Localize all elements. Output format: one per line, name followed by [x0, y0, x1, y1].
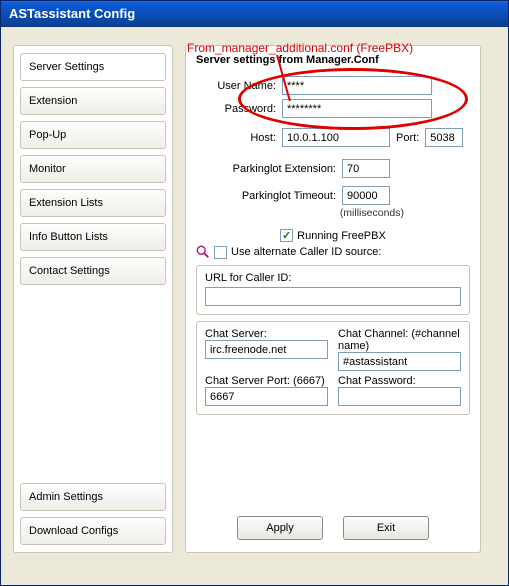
- window-title: ASTassistant Config: [9, 6, 135, 21]
- chat-server-input[interactable]: [205, 340, 328, 359]
- alt-callerid-label: Use alternate Caller ID source:: [231, 246, 381, 258]
- button-row: Apply Exit: [186, 516, 480, 540]
- password-input[interactable]: [282, 99, 432, 118]
- chat-password-label: Chat Password:: [338, 375, 416, 387]
- sidebar-item-admin-settings[interactable]: Admin Settings: [20, 483, 166, 511]
- alt-callerid-checkbox[interactable]: [214, 246, 227, 259]
- chat-channel-input[interactable]: [338, 352, 461, 371]
- sidebar-item-contact-settings[interactable]: Contact Settings: [20, 257, 166, 285]
- chat-password-input[interactable]: [338, 387, 461, 406]
- sidebar-item-server-settings[interactable]: Server Settings: [20, 53, 166, 81]
- chat-fieldset: Chat Server: Chat Channel: (#channel nam…: [196, 321, 470, 415]
- running-freepbx-label: Running FreePBX: [297, 230, 386, 242]
- username-input[interactable]: [282, 76, 432, 95]
- magnifier-icon: [196, 245, 210, 259]
- sidebar-item-extension[interactable]: Extension: [20, 87, 166, 115]
- username-label: User Name:: [196, 80, 276, 92]
- milliseconds-label: (milliseconds): [196, 207, 470, 219]
- host-label: Host:: [196, 132, 276, 144]
- chat-channel-label: Chat Channel: (#channel name): [338, 328, 460, 352]
- sidebar-item-extension-lists[interactable]: Extension Lists: [20, 189, 166, 217]
- url-callerid-input[interactable]: [205, 287, 461, 306]
- parkinglot-ext-label: Parkinglot Extension:: [196, 163, 336, 175]
- panel-heading: Server settings from Manager.Conf: [196, 54, 470, 66]
- body: Server Settings Extension Pop-Up Monitor…: [1, 27, 508, 565]
- chat-port-label: Chat Server Port: (6667): [205, 375, 325, 387]
- main-panel: Server settings from Manager.Conf User N…: [185, 45, 481, 553]
- url-callerid-label: URL for Caller ID:: [205, 272, 291, 284]
- parkinglot-timeout-input[interactable]: [342, 186, 390, 205]
- port-label: Port:: [396, 132, 419, 144]
- host-input[interactable]: [282, 128, 390, 147]
- running-freepbx-checkbox[interactable]: ✓: [280, 229, 293, 242]
- sidebar: Server Settings Extension Pop-Up Monitor…: [13, 45, 173, 553]
- parkinglot-timeout-label: Parkinglot Timeout:: [196, 190, 336, 202]
- password-label: Password:: [196, 103, 276, 115]
- sidebar-item-info-button-lists[interactable]: Info Button Lists: [20, 223, 166, 251]
- chat-port-input[interactable]: [205, 387, 328, 406]
- app-window: ASTassistant Config From_manager_additio…: [0, 0, 509, 586]
- parkinglot-ext-input[interactable]: [342, 159, 390, 178]
- apply-button[interactable]: Apply: [237, 516, 323, 540]
- sidebar-item-monitor[interactable]: Monitor: [20, 155, 166, 183]
- callerid-fieldset: URL for Caller ID:: [196, 265, 470, 315]
- chat-server-label: Chat Server:: [205, 328, 267, 340]
- sidebar-item-popup[interactable]: Pop-Up: [20, 121, 166, 149]
- exit-button[interactable]: Exit: [343, 516, 429, 540]
- port-input[interactable]: [425, 128, 463, 147]
- sidebar-item-download-configs[interactable]: Download Configs: [20, 517, 166, 545]
- titlebar: ASTassistant Config: [1, 1, 508, 27]
